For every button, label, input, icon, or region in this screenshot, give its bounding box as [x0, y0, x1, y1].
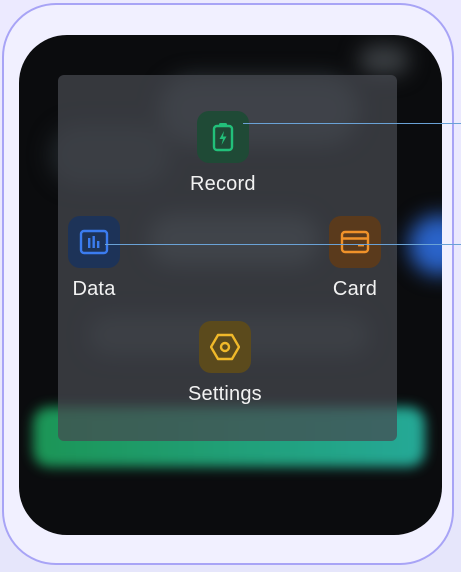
- blurred-badge: [409, 215, 442, 275]
- hexagon-settings-icon: [209, 333, 240, 361]
- menu-item-settings[interactable]: Settings: [188, 321, 262, 406]
- record-tile: [196, 111, 249, 163]
- callout-line-record: [243, 123, 461, 124]
- data-tile: [68, 216, 120, 268]
- battery-icon: [212, 123, 234, 152]
- card-icon: [340, 230, 370, 254]
- settings-tile: [198, 321, 251, 373]
- menu-item-label: Card: [332, 278, 378, 300]
- menu-item-label: Data: [72, 278, 116, 300]
- card-tile: [329, 216, 381, 268]
- device-screen: Record Data Card Settings: [19, 35, 442, 535]
- blurred-corner-icon: [359, 45, 409, 75]
- bar-chart-icon: [79, 229, 109, 255]
- menu-item-data[interactable]: Data: [68, 216, 120, 301]
- menu-item-card[interactable]: Card: [329, 216, 381, 301]
- menu-item-label: Record: [190, 173, 256, 195]
- page: Record Data Card Settings: [0, 0, 461, 572]
- menu-item-label: Settings: [188, 383, 262, 405]
- callout-line-data: [105, 244, 461, 245]
